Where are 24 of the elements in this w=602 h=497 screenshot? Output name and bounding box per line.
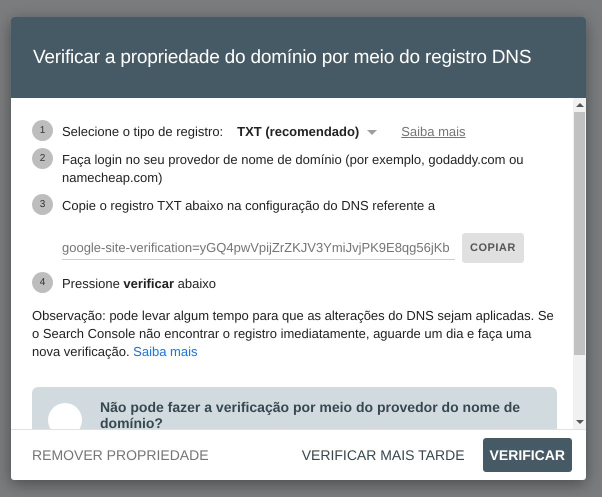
copy-button[interactable]: COPIAR bbox=[462, 233, 524, 263]
step-number: 2 bbox=[32, 148, 53, 169]
step-number: 4 bbox=[32, 272, 53, 293]
learn-more-link[interactable]: Saiba mais bbox=[133, 344, 198, 359]
record-type-dropdown[interactable]: TXT (recomendado) bbox=[237, 123, 378, 141]
step-text: Faça login no seu provedor de nome de domínio (por exemplo, godaddy.com ou namecheap.com) bbox=[62, 151, 525, 187]
scroll-up-icon[interactable] bbox=[576, 103, 584, 107]
learn-more-link[interactable]: Saiba mais bbox=[401, 123, 466, 141]
dialog-title: Verificar a propriedade do domínio por meio do registro DNS bbox=[33, 46, 532, 68]
verify-button[interactable]: VERIFICAR bbox=[482, 438, 572, 472]
scroll-down-icon[interactable] bbox=[576, 420, 584, 424]
step-text: Pressione verificar abaixo bbox=[62, 275, 216, 293]
step-number: 1 bbox=[32, 120, 53, 141]
step-number: 3 bbox=[32, 194, 53, 215]
help-card-title: Não pode fazer a verificação por meio do provedor do nome de domínio? bbox=[100, 399, 522, 429]
scrollbar[interactable] bbox=[573, 98, 586, 429]
circle-icon bbox=[48, 403, 82, 429]
step-text: Copie o registro TXT abaixo na configuração do DNS referente a bbox=[62, 197, 436, 215]
step-text: Selecione o tipo de registro: bbox=[62, 123, 224, 141]
verify-later-button[interactable]: VERIFICAR MAIS TARDE bbox=[296, 439, 471, 471]
remove-property-button[interactable]: REMOVER PROPRIEDADE bbox=[32, 439, 215, 471]
caret-icon bbox=[367, 130, 378, 134]
scrollbar-thumb[interactable] bbox=[574, 112, 585, 355]
note-text: Observação: pode levar algum tempo para que as alterações do DNS sejam aplicadas. Se o Search Console não encontrar o registro imediatamente, aguarde um dia e faça uma nova verificação. Saiba mais bbox=[32, 307, 555, 361]
